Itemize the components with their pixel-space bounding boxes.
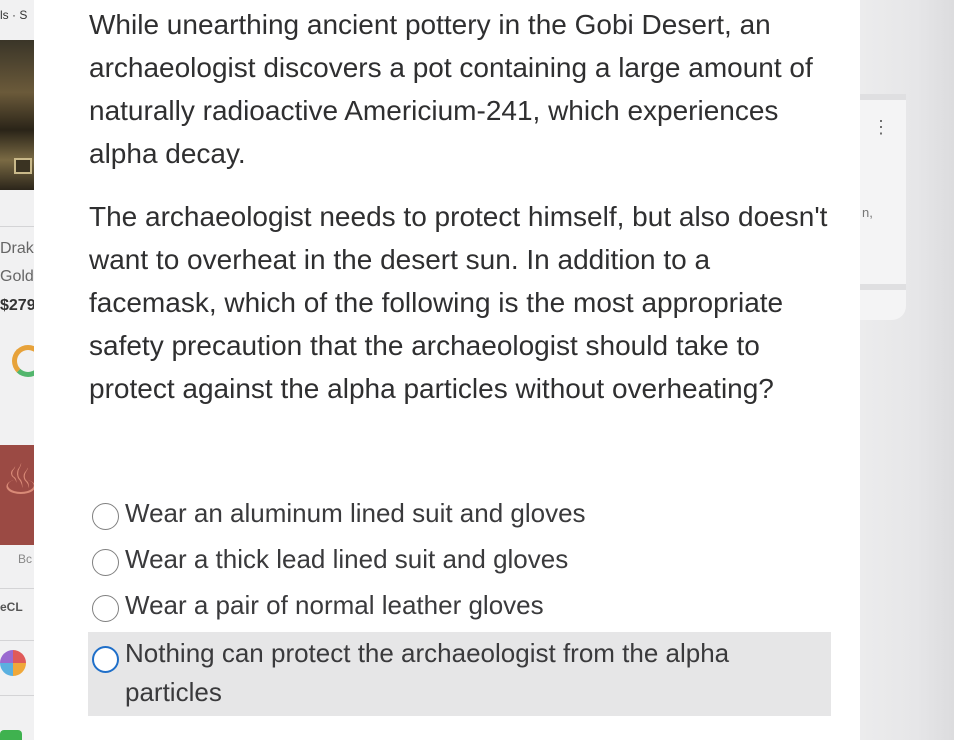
background-divider [0, 588, 34, 589]
answer-option-1[interactable]: Wear an aluminum lined suit and gloves [88, 494, 831, 533]
question-paragraph-2: The archaeologist needs to protect himse… [89, 201, 828, 404]
green-badge-icon [0, 730, 22, 740]
answer-option-3[interactable]: Wear a pair of normal leather gloves [88, 586, 831, 625]
question-panel: While unearthing ancient pottery in the … [34, 0, 860, 740]
background-product-name: Drak [0, 240, 34, 257]
background-right-area: ⋮ n, [860, 0, 954, 740]
background-text-fragment: n, [862, 205, 873, 220]
background-product-thumbnail-2: ♨ [0, 445, 34, 545]
question-text: While unearthing ancient pottery in the … [89, 3, 834, 430]
answer-option-label: Wear a thick lead lined suit and gloves [125, 544, 569, 574]
background-label-bc: Bc [18, 552, 33, 566]
flame-icon: ♨ [2, 456, 34, 503]
background-thumbnail-badge [14, 158, 32, 174]
answer-option-label: Wear an aluminum lined suit and gloves [125, 498, 586, 528]
answer-option-label: Wear a pair of normal leather gloves [125, 590, 544, 620]
answer-options: Wear an aluminum lined suit and gloves W… [88, 494, 831, 723]
answer-option-2[interactable]: Wear a thick lead lined suit and gloves [88, 540, 831, 579]
radio-button[interactable] [92, 646, 119, 673]
background-divider [0, 695, 34, 696]
answer-option-label: Nothing can protect the archaeologist fr… [125, 638, 730, 707]
radio-button[interactable] [92, 503, 119, 530]
answer-option-4[interactable]: Nothing can protect the archaeologist fr… [88, 632, 831, 716]
more-options-icon[interactable]: ⋮ [872, 118, 890, 136]
background-left-strip: ls · S Drak Gold $279 ♨ Bc eCL [0, 0, 34, 740]
background-label-ecl: eCL [0, 600, 23, 614]
background-bar [860, 284, 906, 290]
background-divider [0, 640, 34, 641]
radio-button[interactable] [92, 549, 119, 576]
radio-button[interactable] [92, 595, 119, 622]
background-product-sub: Gold [0, 268, 34, 285]
background-divider [0, 226, 34, 227]
loading-ring-icon [12, 345, 34, 377]
colorful-app-icon [0, 650, 26, 676]
background-product-thumbnail [0, 40, 34, 190]
background-product-price: $279 [0, 297, 34, 314]
question-paragraph-1: While unearthing ancient pottery in the … [89, 9, 813, 169]
background-breadcrumb: ls · S [0, 8, 28, 22]
